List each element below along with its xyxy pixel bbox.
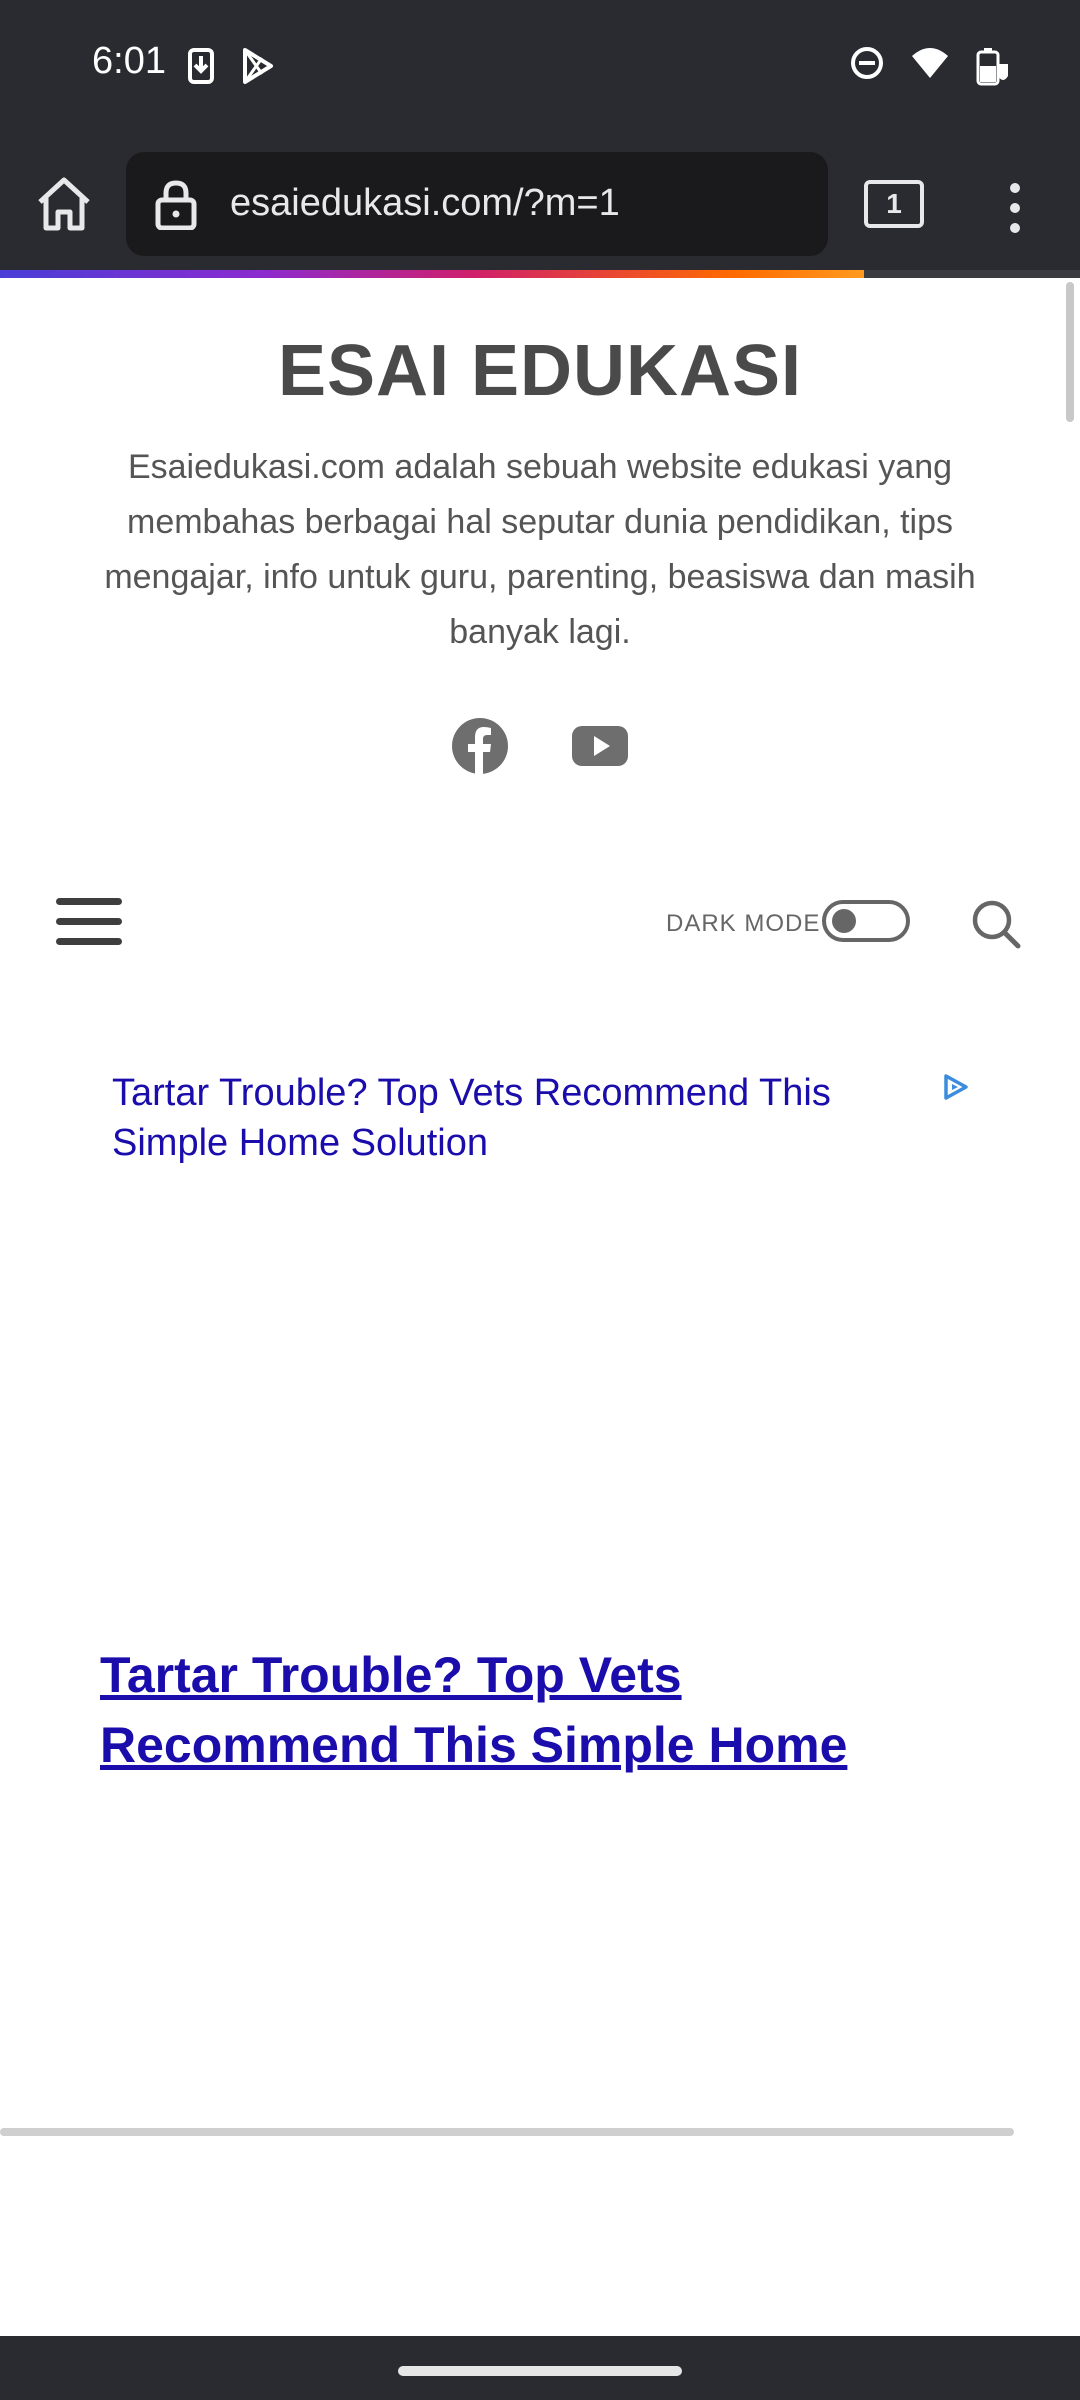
address-bar[interactable]: esaiedukasi.com/?m=1 bbox=[126, 152, 828, 256]
site-title[interactable]: ESAI EDUKASI bbox=[0, 330, 1080, 412]
home-icon[interactable] bbox=[34, 174, 94, 234]
status-bar: 6:01 bbox=[0, 0, 1080, 140]
wifi-icon bbox=[912, 48, 948, 78]
ad-banner[interactable]: Tartar Trouble? Top Vets Recommend This … bbox=[112, 1068, 942, 1168]
facebook-icon[interactable] bbox=[450, 716, 510, 776]
ad-headline-link[interactable]: Tartar Trouble? Top Vets Recommend This … bbox=[100, 1640, 920, 1780]
ad-text[interactable]: Tartar Trouble? Top Vets Recommend This … bbox=[112, 1068, 942, 1168]
dark-mode-label: DARK MODE bbox=[666, 910, 821, 937]
page-load-progress-track bbox=[864, 270, 1080, 278]
play-store-icon bbox=[243, 48, 273, 84]
download-icon bbox=[188, 48, 214, 84]
browser-toolbar: esaiedukasi.com/?m=1 1 bbox=[0, 140, 1080, 270]
site-description: Esaiedukasi.com adalah sebuah website ed… bbox=[104, 448, 976, 651]
status-left-icons bbox=[188, 46, 276, 86]
gesture-handle[interactable] bbox=[398, 2366, 682, 2376]
page-load-progress bbox=[0, 270, 864, 278]
status-right-icons bbox=[850, 46, 1010, 86]
youtube-icon[interactable] bbox=[570, 716, 630, 776]
dark-mode-toggle[interactable] bbox=[822, 900, 910, 942]
do-not-disturb-icon bbox=[851, 47, 883, 79]
search-icon[interactable] bbox=[970, 898, 1022, 950]
system-nav-bar bbox=[0, 2336, 1080, 2400]
battery-icon bbox=[976, 48, 1008, 86]
tab-switcher-button[interactable]: 1 bbox=[864, 180, 924, 228]
site-nav-row: DARK MODE bbox=[0, 890, 1080, 960]
toggle-knob bbox=[832, 909, 856, 933]
menu-icon[interactable] bbox=[56, 898, 122, 952]
status-time: 6:01 bbox=[92, 40, 166, 82]
overflow-menu-icon[interactable] bbox=[1000, 178, 1030, 238]
url-text[interactable]: esaiedukasi.com/?m=1 bbox=[230, 182, 620, 225]
adchoices-icon[interactable] bbox=[940, 1072, 970, 1102]
horizontal-scrollbar[interactable] bbox=[0, 2128, 1014, 2136]
lock-icon[interactable] bbox=[154, 180, 198, 230]
